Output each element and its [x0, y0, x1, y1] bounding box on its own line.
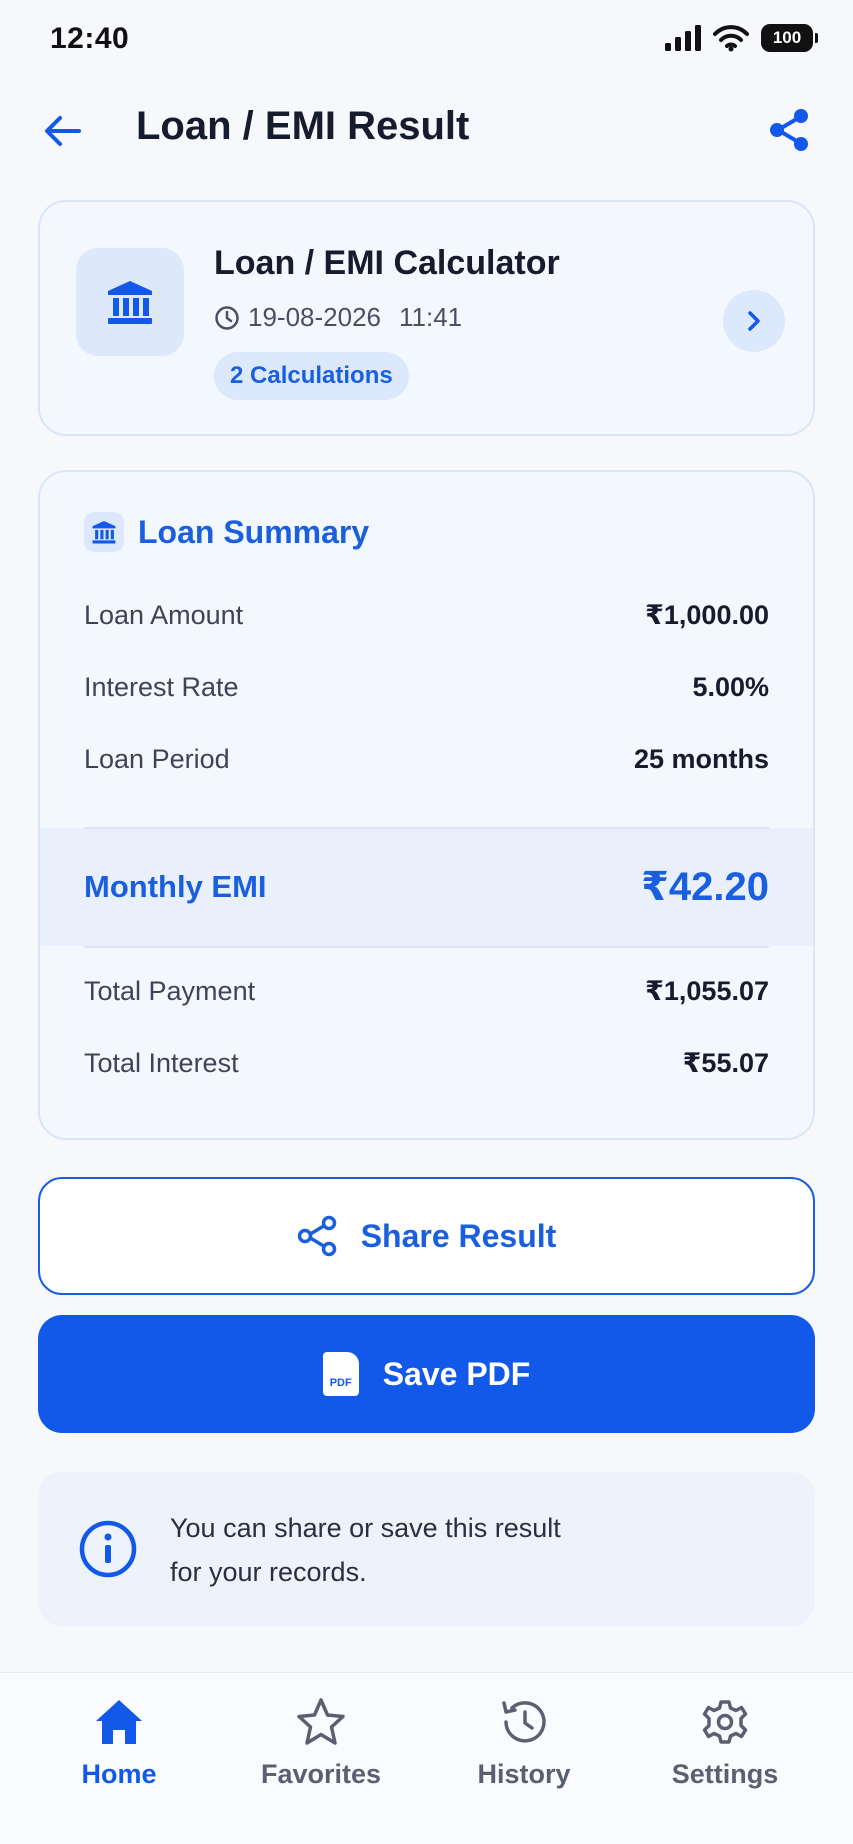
info-text: You can share or save this result for yo… [170, 1506, 730, 1594]
open-calculator-button[interactable] [723, 290, 785, 352]
row-label: Loan Period [84, 744, 230, 774]
row-value: ₹55.07 [682, 1048, 769, 1078]
page-title: Loan / EMI Result [136, 104, 470, 148]
clock-icon [215, 305, 239, 330]
monthly-emi-row: Monthly EMI ₹42.20 [84, 828, 769, 946]
summary-row-loan-amount: Loan Amount ₹1,000.00 [84, 600, 769, 631]
history-icon [502, 1701, 546, 1743]
info-box: You can share or save this result for yo… [38, 1472, 815, 1626]
loan-summary-card: Loan Summary Loan Amount ₹1,000.00 Inter… [38, 470, 815, 1140]
summary-title: Loan Summary [138, 513, 370, 550]
row-value: 5.00% [692, 672, 769, 702]
info-icon [79, 1520, 137, 1578]
summary-row-loan-period: Loan Period 25 months [84, 744, 769, 775]
summary-row-interest-rate: Interest Rate 5.00% [84, 672, 769, 703]
nav-item-settings[interactable]: Settings [640, 1697, 810, 1790]
row-value: 25 months [633, 744, 769, 774]
calculation-date: 19-08-2026 [248, 302, 381, 332]
calculator-icon-box [76, 248, 184, 356]
calculator-title: Loan / EMI Calculator [214, 244, 560, 282]
pdf-file-icon: PDF [322, 1352, 359, 1396]
chevron-right-icon [748, 311, 760, 331]
header-share-button[interactable] [765, 106, 813, 154]
calculation-time: 11:41 [399, 302, 463, 332]
status-bar: 12:40 100 [0, 0, 853, 80]
signal-icon [665, 25, 701, 51]
status-time: 12:40 [50, 22, 130, 55]
share-result-label: Share Result [360, 1217, 557, 1254]
share-icon [297, 1215, 336, 1257]
wifi-icon [713, 25, 749, 52]
nav-item-home[interactable]: Home [34, 1697, 204, 1790]
bottom-nav: Home Favorites History Settings [0, 1672, 853, 1844]
home-icon [96, 1700, 142, 1744]
star-icon [297, 1698, 345, 1745]
back-button[interactable] [40, 108, 86, 154]
calculation-datetime: 19-08-2026 11:41 [214, 302, 462, 333]
row-label: Interest Rate [84, 672, 239, 702]
arrow-left-icon [45, 116, 81, 146]
info-line-2: for your records. [170, 1557, 367, 1587]
row-value: ₹1,055.07 [645, 976, 769, 1006]
status-icons: 100 [665, 24, 818, 52]
nav-item-history[interactable]: History [439, 1697, 609, 1790]
row-label: Loan Amount [84, 600, 244, 630]
row-value: ₹1,000.00 [645, 600, 769, 630]
save-pdf-button[interactable]: PDF Save PDF [38, 1315, 815, 1433]
summary-header: Loan Summary [84, 512, 369, 552]
info-line-1: You can share or save this result [170, 1513, 561, 1543]
nav-label: Home [81, 1759, 157, 1789]
save-pdf-label: Save PDF [382, 1355, 531, 1392]
emi-label: Monthly EMI [84, 869, 267, 904]
nav-item-favorites[interactable]: Favorites [236, 1697, 406, 1790]
screen: 12:40 100 Loan / EMI Result Loan / EMI C… [0, 0, 853, 1844]
bank-icon [108, 281, 152, 324]
divider [84, 946, 769, 948]
nav-label: History [477, 1759, 571, 1789]
battery-indicator: 100 [761, 24, 818, 52]
summary-row-total-payment: Total Payment ₹1,055.07 [84, 976, 769, 1007]
nav-label: Settings [671, 1759, 779, 1789]
emi-value: ₹42.20 [641, 865, 769, 909]
share-result-button[interactable]: Share Result [38, 1177, 815, 1295]
row-label: Total Payment [84, 976, 256, 1006]
nav-label: Favorites [260, 1759, 382, 1789]
row-label: Total Interest [84, 1048, 239, 1078]
summary-icon-box [84, 512, 124, 552]
calculations-count-badge: 2 Calculations [214, 352, 409, 400]
bank-icon [92, 521, 116, 544]
gear-icon [702, 1700, 748, 1744]
app-header: Loan / EMI Result [0, 90, 853, 170]
pdf-icon-label: PDF [329, 1377, 352, 1389]
summary-row-total-interest: Total Interest ₹55.07 [84, 1048, 769, 1079]
calculator-card[interactable]: Loan / EMI Calculator 19-08-2026 11:41 2… [38, 200, 815, 436]
share-icon [770, 109, 808, 151]
battery-level: 100 [772, 28, 802, 47]
